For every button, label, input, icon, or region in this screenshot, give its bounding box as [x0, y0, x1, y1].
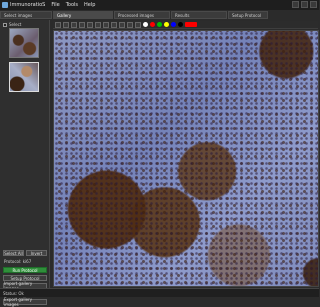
tab-gallery[interactable]: Gallery	[53, 11, 113, 19]
color-swatch-red[interactable]	[150, 22, 155, 27]
fit-icon[interactable]	[87, 21, 93, 28]
menu-tools[interactable]: Tools	[66, 2, 78, 8]
app-icon	[2, 2, 8, 8]
menu-file[interactable]: File	[51, 2, 59, 8]
image-thumbnail-2[interactable]	[9, 62, 39, 92]
image-thumbnail-1[interactable]	[9, 28, 39, 58]
brush-icon[interactable]	[119, 21, 125, 28]
status-text: Status: Ok	[3, 290, 24, 296]
minimize-icon[interactable]	[292, 1, 299, 8]
color-swatch-yellow[interactable]	[164, 22, 169, 27]
rotate-icon[interactable]	[79, 21, 85, 28]
protocol-label: Protocol: ki67	[4, 259, 32, 264]
zoom-out-icon[interactable]	[63, 21, 69, 28]
maximize-icon[interactable]	[301, 1, 308, 8]
menu-help[interactable]: Help	[84, 2, 95, 8]
title-bar: ImmunoratioS File Tools Help	[0, 0, 319, 10]
color-swatch-black[interactable]	[178, 22, 183, 27]
image-viewer[interactable]	[53, 30, 319, 287]
zoom-in-icon[interactable]	[55, 21, 61, 28]
text-tool-icon[interactable]	[103, 21, 109, 28]
run-protocol-button[interactable]: Run Protocol	[3, 267, 47, 273]
sidebar-actions: Select All Invert Protocol: ki67 Run Pro…	[3, 250, 47, 307]
color-swatch-blue[interactable]	[171, 22, 176, 27]
tab-results[interactable]: Results	[171, 11, 227, 19]
app-title: ImmunoratioS	[10, 2, 46, 8]
color-swatch-green[interactable]	[157, 22, 162, 27]
select-label: Select	[9, 22, 22, 27]
sidebar: Select Select All Invert Protocol: ki67 …	[0, 20, 50, 307]
export-gallery-button[interactable]: Export gallery images	[3, 297, 47, 307]
select-checkbox[interactable]	[3, 22, 7, 27]
color-swatch-red-2[interactable]	[185, 22, 197, 27]
window-controls	[292, 1, 317, 8]
pencil-icon[interactable]	[111, 21, 117, 28]
pan-icon[interactable]	[71, 21, 77, 28]
tab-bar: Select images Gallery Processed images R…	[0, 11, 319, 19]
select-all-button[interactable]: Select All	[3, 250, 24, 256]
undo-icon[interactable]	[135, 21, 141, 28]
status-bar: Status: Ok	[0, 288, 319, 297]
close-icon[interactable]	[310, 1, 317, 8]
tab-processed-images[interactable]: Processed images	[114, 11, 170, 19]
select-tool-icon[interactable]	[95, 21, 101, 28]
tab-setup-protocol[interactable]: Setup Protocol	[228, 11, 268, 19]
tab-select-images[interactable]: Select images	[0, 11, 52, 19]
image-toolbar	[53, 21, 318, 29]
eraser-icon[interactable]	[127, 21, 133, 28]
color-swatch-white[interactable]	[143, 22, 148, 27]
select-checkbox-row[interactable]: Select	[3, 22, 49, 27]
invert-button[interactable]: Invert	[26, 250, 47, 256]
